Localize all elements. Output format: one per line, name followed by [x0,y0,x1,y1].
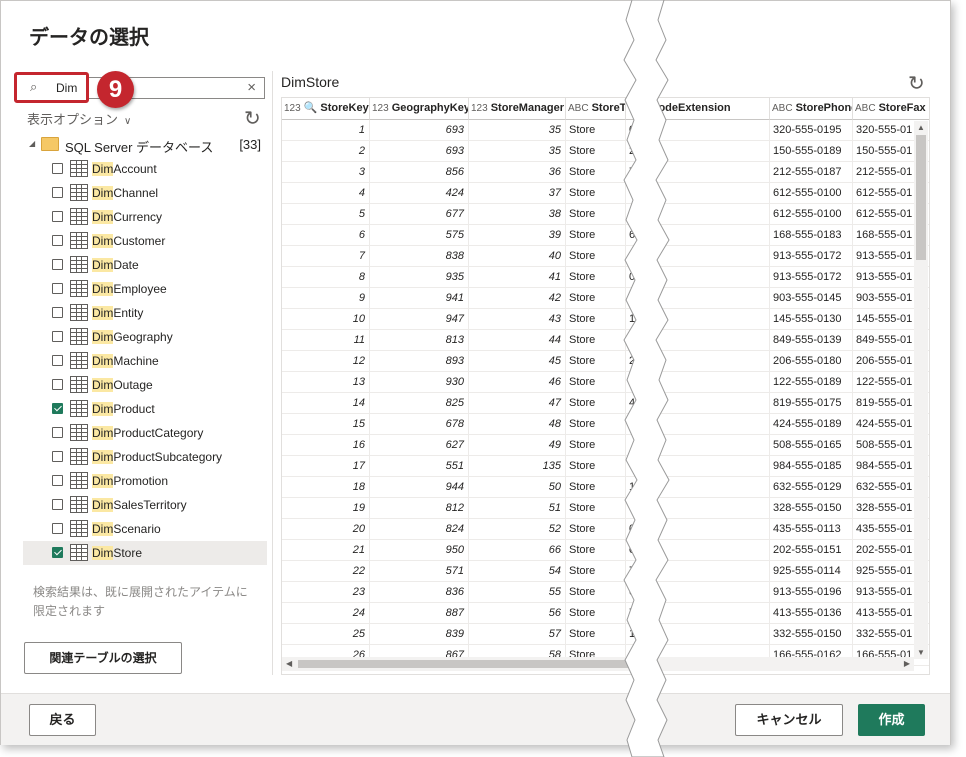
torn-edge-decoration [623,0,670,757]
